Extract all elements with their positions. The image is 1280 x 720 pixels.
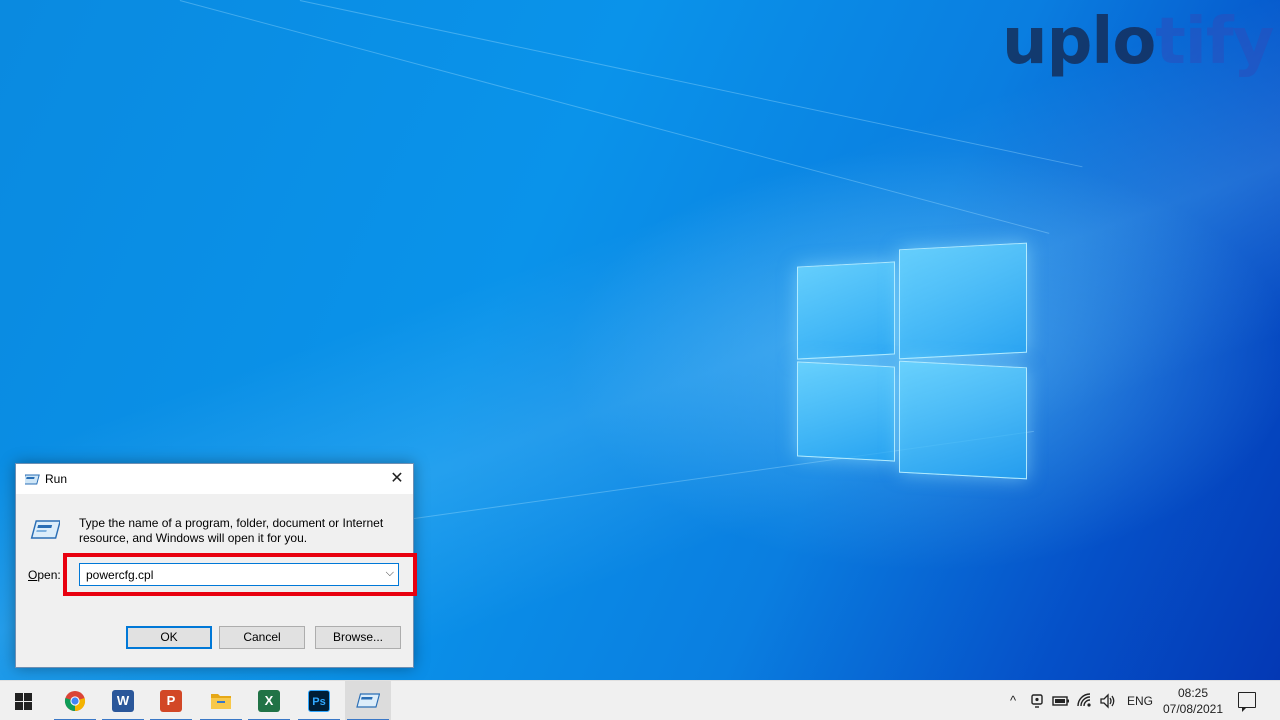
close-button[interactable]: ✕	[381, 464, 413, 494]
taskbar-app-photoshop[interactable]: Ps	[296, 681, 342, 720]
excel-icon: X	[258, 690, 280, 712]
browse-button[interactable]: Browse...	[315, 626, 401, 649]
run-icon	[356, 693, 380, 708]
run-large-icon	[30, 520, 60, 539]
taskbar-app-powerpoint[interactable]: P	[148, 681, 194, 720]
dialog-description: Type the name of a program, folder, docu…	[79, 516, 384, 545]
language-indicator[interactable]: ENG	[1127, 694, 1153, 708]
taskbar-app-file-explorer[interactable]	[198, 681, 244, 720]
file-explorer-icon	[211, 694, 231, 709]
logo-pane	[797, 261, 895, 360]
run-app-icon	[25, 474, 40, 485]
meet-now-icon[interactable]	[1029, 692, 1047, 710]
uplotify-watermark: uplotify	[1002, 10, 1274, 74]
watermark-text-dark: uplo	[1002, 5, 1156, 79]
taskbar-app-run[interactable]	[345, 681, 391, 720]
logo-pane	[899, 360, 1027, 480]
open-label: Open:	[28, 568, 61, 582]
taskbar-app-word[interactable]: W	[100, 681, 146, 720]
taskbar-app-chrome[interactable]	[52, 681, 98, 720]
clock[interactable]: 08:25 07/08/2021	[1158, 685, 1228, 717]
run-dialog: Run ✕ Type the name of a program, folder…	[15, 463, 417, 668]
watermark-text-blue: tify	[1155, 5, 1274, 79]
start-button[interactable]	[0, 681, 46, 720]
ok-button[interactable]: OK	[126, 626, 212, 649]
windows-logo-wallpaper-icon	[795, 242, 1030, 480]
dialog-titlebar[interactable]: Run ✕	[16, 464, 413, 494]
battery-icon[interactable]	[1052, 692, 1070, 710]
red-highlight-box	[63, 553, 417, 596]
wifi-icon[interactable]	[1076, 692, 1094, 710]
photoshop-icon: Ps	[308, 690, 330, 712]
windows-start-icon	[15, 693, 32, 710]
notification-center-icon[interactable]	[1238, 692, 1256, 712]
word-icon: W	[112, 690, 134, 712]
volume-icon[interactable]	[1099, 692, 1117, 710]
taskbar: W P X Ps ^ ENG 08:25 07/08/2021	[0, 680, 1280, 720]
clock-date: 07/08/2021	[1162, 702, 1224, 716]
logo-pane	[797, 361, 895, 462]
powerpoint-icon: P	[160, 690, 182, 712]
taskbar-app-excel[interactable]: X	[246, 681, 292, 720]
cancel-button[interactable]: Cancel	[219, 626, 305, 649]
chrome-icon	[64, 691, 86, 712]
logo-pane	[899, 242, 1027, 360]
dialog-footer: OK Cancel Browse...	[16, 607, 413, 667]
dialog-title: Run	[45, 472, 68, 486]
show-hidden-icons-chevron-icon[interactable]: ^	[1004, 692, 1022, 710]
clock-time: 08:25	[1177, 686, 1209, 700]
